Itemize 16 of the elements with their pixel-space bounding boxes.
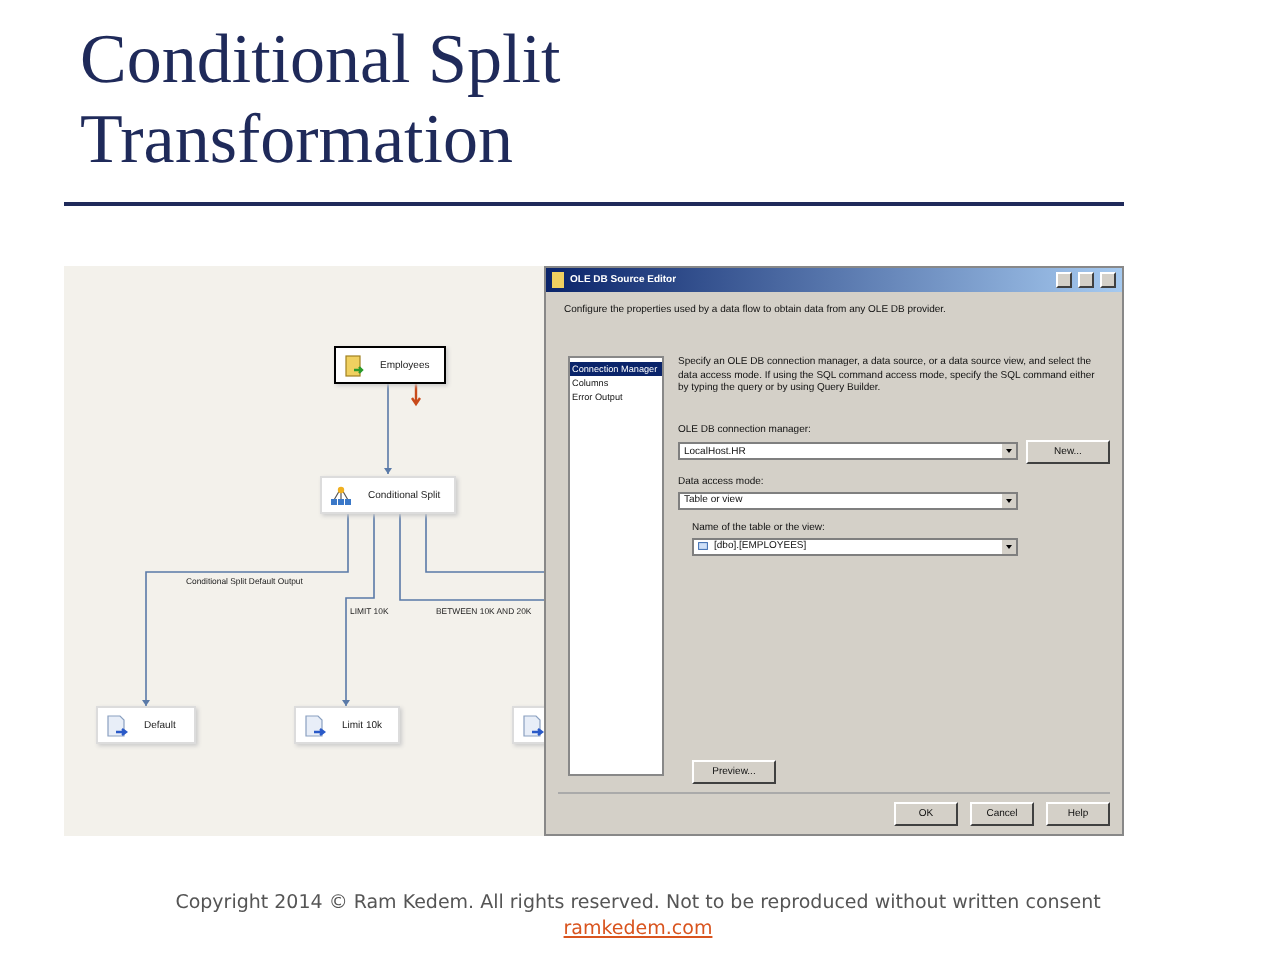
copyright-text: Copyright 2014 © Ram Kedem. All rights reserved. Not to be reproduced without written consent: [175, 892, 1101, 914]
database-icon: [344, 353, 364, 377]
close-button[interactable]: [1100, 272, 1116, 288]
dropdown-arrow-icon: [1002, 493, 1016, 507]
document-icon: [304, 713, 326, 737]
slide-title: Conditional Split Transformation: [80, 20, 563, 180]
table-icon: [698, 542, 708, 550]
document-icon: [106, 713, 128, 737]
dropdown-arrow-icon: [1002, 444, 1016, 458]
minimize-button[interactable]: [1056, 272, 1072, 288]
dropdown-arrow-icon: [1002, 539, 1016, 553]
website-link[interactable]: ramkedem.com: [563, 918, 713, 940]
maximize-button[interactable]: [1078, 272, 1094, 288]
split-icon: [330, 485, 352, 505]
document-icon: [522, 713, 544, 737]
window-icon: [552, 272, 564, 288]
